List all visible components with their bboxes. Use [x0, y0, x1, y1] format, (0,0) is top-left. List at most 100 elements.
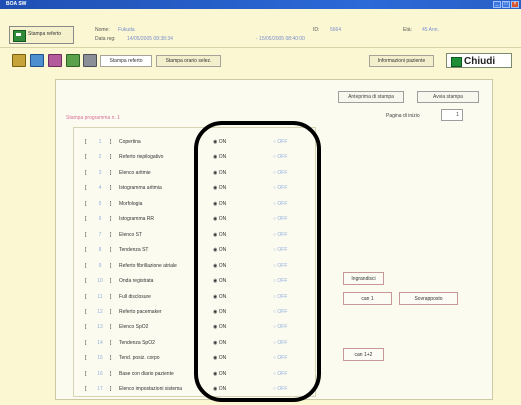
item-name: Onda registrata: [119, 278, 154, 285]
item-name: Tendenza SpO2: [119, 339, 155, 346]
edit-tool-icon[interactable]: [66, 54, 80, 67]
bracket-left: [: [85, 278, 87, 285]
bracket-right: ]: [110, 139, 112, 145]
bracket-right: ]: [110, 324, 112, 331]
bracket-left: [: [85, 262, 87, 269]
item-number: 6: [98, 216, 102, 223]
bracket-right: ]: [110, 370, 112, 377]
item-name: Elenco aritmie: [119, 169, 151, 176]
nome-value: Fukuda: [118, 27, 135, 33]
item-number: 13: [97, 324, 103, 331]
bracket-left: [: [85, 200, 87, 207]
item-number: 2: [98, 154, 102, 161]
item-number: 7: [98, 231, 102, 238]
pagina-input[interactable]: 1: [441, 109, 463, 121]
bracket-left: [: [85, 185, 87, 192]
printer-tool-icon[interactable]: [83, 54, 97, 67]
nome-label: Nome:: [95, 27, 110, 33]
avvia-stampa-button[interactable]: Avvia stampa: [417, 91, 479, 103]
item-name: Elenco SpO2: [119, 324, 149, 331]
bracket-left: [: [85, 324, 87, 331]
anteprima-button[interactable]: Anteprima di stampa: [338, 91, 404, 103]
bracket-right: ]: [110, 278, 112, 285]
minimize-icon[interactable]: _: [493, 1, 501, 8]
program-title: Stampa programma n. 1: [66, 115, 120, 121]
stampa-referto-button[interactable]: Stampa referto: [9, 26, 74, 44]
item-name: Referto pacemaker: [119, 308, 162, 315]
bracket-right: ]: [110, 216, 112, 223]
sovrapposto-button[interactable]: Sovrapposto: [399, 292, 458, 305]
item-name: Tend. posiz. corpo: [119, 355, 160, 362]
range-value: - 15/05/2005 08:40:00: [256, 36, 305, 42]
window-title: BOA SW: [6, 1, 27, 7]
item-name: Istogramma aritmia: [119, 185, 162, 192]
item-number: 11: [97, 293, 103, 300]
stampa-referto-label: Stampa referto: [28, 31, 62, 37]
bracket-right: ]: [110, 169, 112, 176]
bracket-right: ]: [110, 231, 112, 238]
bracket-left: [: [85, 231, 87, 238]
bracket-left: [: [85, 355, 87, 362]
bracket-left: [: [85, 247, 87, 254]
application-window: BOA SW _ □ × Stampa referto Nome: Fukuda…: [0, 0, 521, 405]
item-name: Base con diario paziente: [119, 370, 174, 377]
item-name: Referto riepilogativo: [119, 154, 164, 161]
informazioni-paziente-button[interactable]: Informazioni paziente: [369, 55, 434, 67]
item-number: 10: [97, 278, 103, 285]
bracket-left: [: [85, 370, 87, 377]
bracket-left: [: [85, 216, 87, 223]
item-number: 9: [98, 262, 102, 269]
bracket-right: ]: [110, 293, 112, 300]
item-number: 16: [97, 370, 103, 377]
pagina-label: Pagina di inizio: [386, 113, 420, 119]
folder-tool-icon[interactable]: [12, 54, 26, 67]
item-name: Referto fibrillazione atriale: [119, 262, 177, 269]
can1-button[interactable]: can 1: [343, 292, 392, 305]
tab-stampa-orario[interactable]: Stampa orario selez.: [156, 55, 221, 67]
item-number: 5: [98, 200, 102, 207]
item-number: 3: [98, 169, 102, 176]
chiudi-button[interactable]: Chiudi: [446, 53, 512, 68]
eta-value: 45 Ann.: [422, 27, 439, 33]
chart-tool-icon[interactable]: [48, 54, 62, 67]
item-name: Elenco ST: [119, 231, 143, 238]
bracket-left: [: [85, 139, 87, 145]
close-icon[interactable]: ×: [511, 1, 519, 8]
item-number: 12: [97, 308, 103, 315]
item-number: 1: [98, 139, 102, 145]
chiudi-label: Chiudi: [464, 56, 496, 67]
bracket-left: [: [85, 308, 87, 315]
patient-header: Stampa referto Nome: Fukuda Data reg: 14…: [0, 9, 521, 44]
bracket-left: [: [85, 386, 87, 393]
toolbar: Stampa referto Stampa orario selez. Info…: [0, 47, 521, 73]
bracket-left: [: [85, 169, 87, 176]
item-number: 4: [98, 185, 102, 192]
bracket-right: ]: [110, 200, 112, 207]
window-controls: _ □ ×: [493, 1, 519, 8]
can12-button[interactable]: can 1+2: [343, 348, 384, 361]
item-number: 14: [97, 339, 103, 346]
item-name: Istogramma RR: [119, 216, 155, 223]
bracket-right: ]: [110, 339, 112, 346]
data-label: Data reg:: [95, 36, 116, 42]
maximize-icon[interactable]: □: [502, 1, 510, 8]
item-number: 17: [97, 386, 103, 393]
item-number: 15: [97, 355, 103, 362]
print-report-icon: [13, 30, 26, 42]
bracket-right: ]: [110, 185, 112, 192]
item-name: Tendenza ST: [119, 247, 149, 254]
data-value: 14/05/2005 08:38:34: [127, 36, 173, 42]
zoom-tool-icon[interactable]: [30, 54, 44, 67]
bracket-right: ]: [110, 262, 112, 269]
ingrandisci-button[interactable]: Ingrandisci: [343, 272, 384, 285]
item-name: Full disclosure: [119, 293, 151, 300]
bracket-right: ]: [110, 308, 112, 315]
tab-stampa-referto[interactable]: Stampa referto: [100, 55, 152, 67]
bracket-left: [: [85, 293, 87, 300]
eta-label: Età:: [403, 27, 412, 33]
bracket-right: ]: [110, 355, 112, 362]
bracket-right: ]: [110, 386, 112, 393]
bracket-right: ]: [110, 154, 112, 161]
item-number: 8: [98, 247, 102, 254]
title-bar: BOA SW _ □ ×: [0, 0, 521, 9]
